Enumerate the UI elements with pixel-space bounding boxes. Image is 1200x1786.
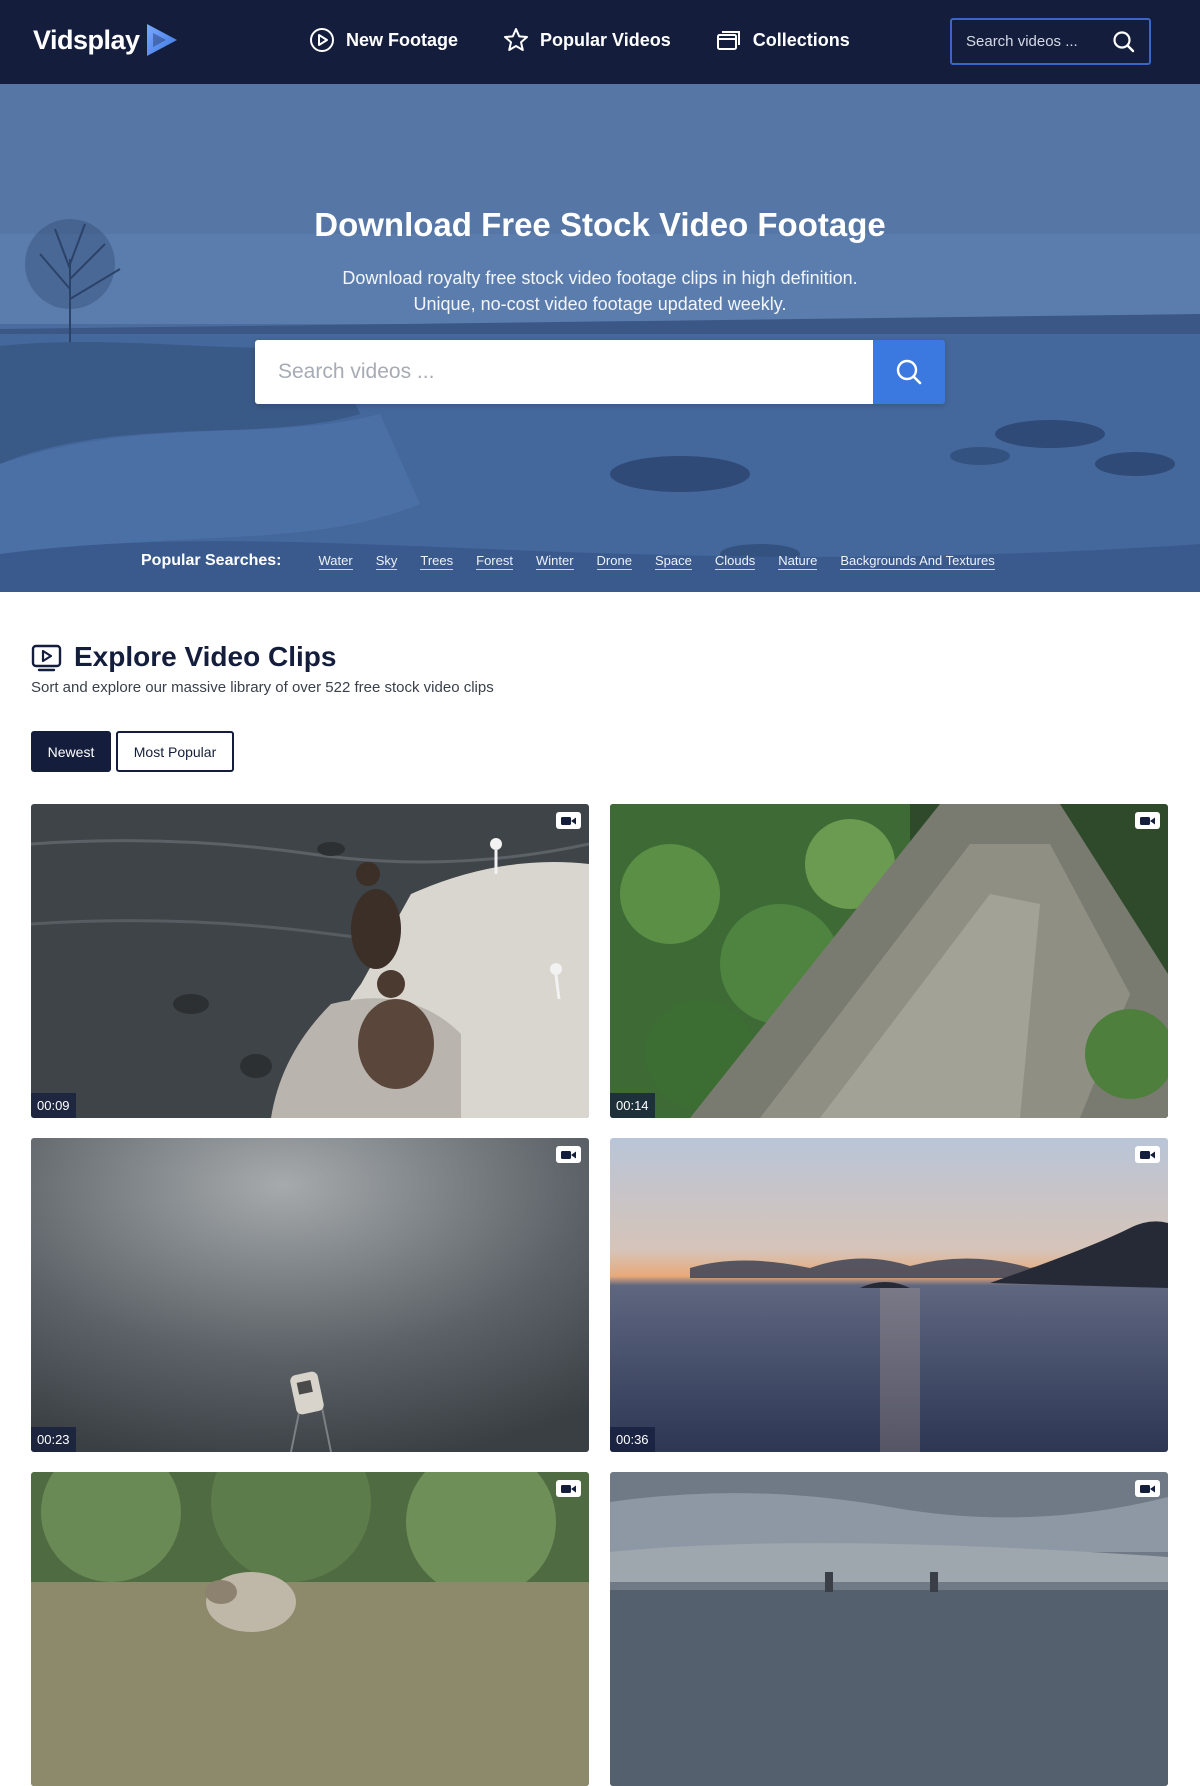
explore-title: Explore Video Clips [74,641,337,672]
video-clip-card[interactable]: 00:36 [610,1138,1168,1452]
nav-label: Collections [752,29,850,50]
logo-play-icon [146,24,177,56]
nav-collections[interactable]: Collections [715,26,850,54]
search-icon[interactable] [1111,29,1137,55]
hero-background-image [0,84,1200,592]
video-thumbnail [31,1472,589,1786]
logo[interactable]: Vidsplay [33,22,180,58]
popular-searches-label: Popular Searches: [141,552,282,569]
video-thumbnail [31,804,589,1118]
video-library-icon [31,644,62,671]
video-clip-card[interactable]: 00:14 [610,804,1168,1118]
popular-search-link[interactable]: Water [318,553,353,570]
video-duration: 00:09 [31,1093,76,1118]
video-thumbnail [610,1138,1168,1452]
video-clip-card[interactable]: 00:23 [31,1138,589,1452]
popular-search-link[interactable]: Winter [535,553,574,570]
sort-tab-most-popular[interactable]: Most Popular [116,731,234,772]
video-camera-icon [1135,1480,1160,1497]
sort-tab-newest[interactable]: Newest [31,731,111,772]
nav-popular-videos[interactable]: Popular Videos [502,26,671,54]
hero-search-input[interactable] [255,340,873,404]
popular-search-link[interactable]: Forest [476,553,513,570]
main-nav: New Footage Popular Videos Collections [308,26,850,54]
video-clip-card[interactable] [610,1472,1168,1786]
popular-searches: Popular Searches: Water Sky Trees Forest… [141,552,995,570]
collections-icon [716,31,740,50]
video-duration: 00:36 [610,1427,655,1452]
search-icon [896,359,922,385]
video-camera-icon [556,1146,581,1163]
video-camera-icon [556,1480,581,1497]
header-search-box [950,18,1151,65]
video-duration: 00:14 [610,1093,655,1118]
hero-subtitle: Download royalty free stock video footag… [0,265,1200,317]
hero-search-box [255,340,945,404]
nav-new-footage[interactable]: New Footage [308,26,458,54]
popular-search-link[interactable]: Nature [778,553,818,570]
video-thumbnail [31,1138,589,1452]
nav-label: Popular Videos [540,29,671,50]
video-camera-icon [1135,1146,1160,1163]
popular-searches-list: Water Sky Trees Forest Winter Drone Spac… [318,553,995,570]
popular-search-link[interactable]: Space [654,553,692,570]
explore-header: Explore Video Clips [31,641,336,673]
site-header: Vidsplay New Footage Popular Videos Coll… [0,0,1200,84]
hero-search-button[interactable] [873,340,945,404]
popular-search-link[interactable]: Drone [596,553,632,570]
video-camera-icon [556,812,581,829]
sort-tabs: Newest Most Popular [31,731,234,772]
star-icon [504,28,529,51]
popular-search-link[interactable]: Backgrounds And Textures [840,553,995,570]
hero-subtitle-line: Download royalty free stock video footag… [342,268,858,288]
nav-label: New Footage [346,29,459,50]
hero-subtitle-line: Unique, no-cost video footage updated we… [413,294,787,314]
play-circle-icon [310,28,334,52]
explore-description: Sort and explore our massive library of … [31,679,494,696]
hero-banner: Download Free Stock Video Footage Downlo… [0,84,1200,592]
popular-search-link[interactable]: Sky [375,553,398,570]
hero-title: Download Free Stock Video Footage [314,206,886,243]
video-camera-icon [1135,812,1160,829]
video-thumbnail [610,1472,1168,1786]
header-search-input[interactable] [952,33,1102,50]
popular-search-link[interactable]: Clouds [714,553,756,570]
popular-search-link[interactable]: Trees [420,553,454,570]
logo-text: Vidsplay [33,24,140,55]
video-thumbnail [610,804,1168,1118]
video-clip-card[interactable]: 00:09 [31,804,589,1118]
video-clip-card[interactable] [31,1472,589,1786]
video-duration: 00:23 [31,1427,76,1452]
